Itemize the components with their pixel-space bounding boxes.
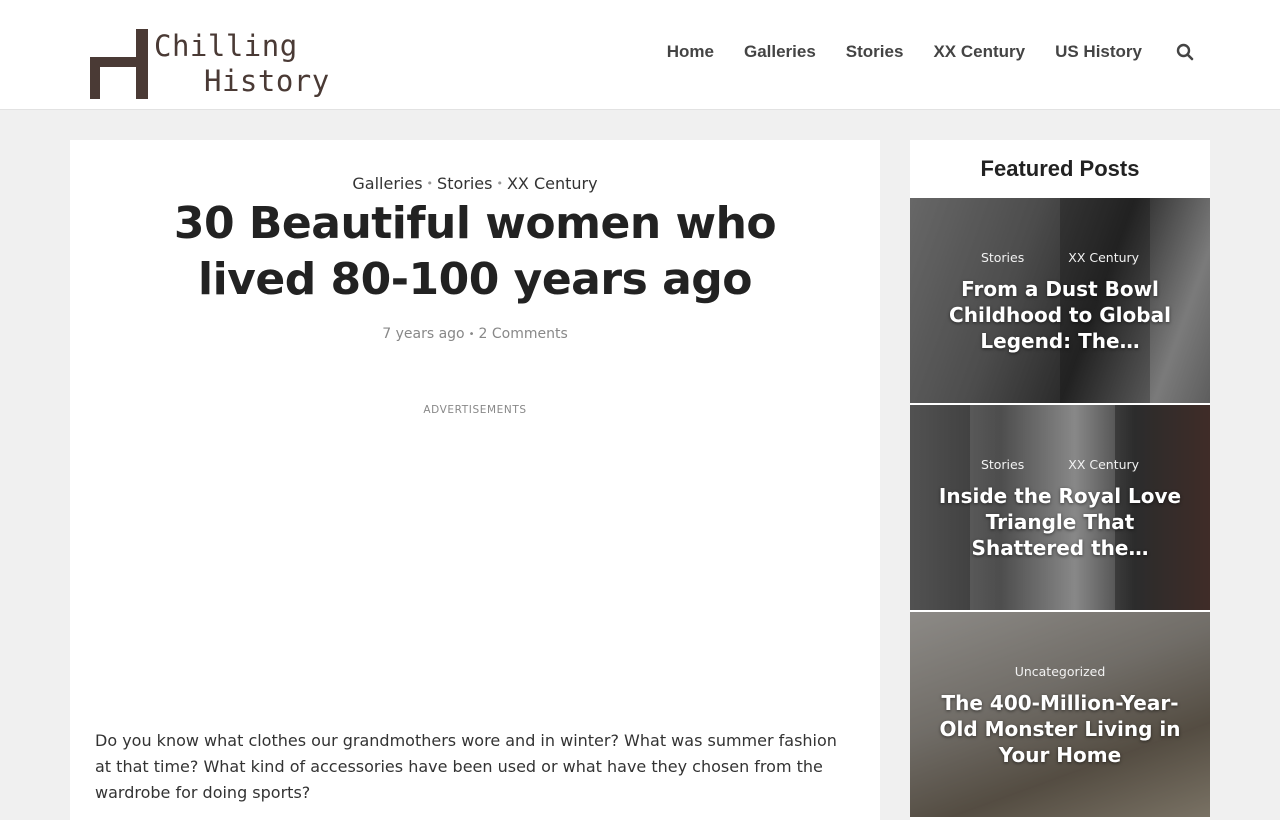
post-category[interactable]: Stories bbox=[981, 250, 1024, 265]
article-meta: 7 years ago • 2 Comments bbox=[382, 326, 568, 342]
featured-post-1[interactable]: Stories XX Century From a Dust Bowl Child… bbox=[910, 198, 1210, 403]
comments-link[interactable]: 2 Comments bbox=[479, 326, 568, 342]
post-title[interactable]: From a Dust Bowl Childhood to Global Leg… bbox=[930, 276, 1190, 354]
category-link-stories[interactable]: Stories bbox=[437, 174, 492, 193]
post-category[interactable]: Uncategorized bbox=[1015, 664, 1106, 679]
article-body: Do you know what clothes our grandmother… bbox=[95, 731, 837, 802]
article-title: 30 Beautiful women who lived 80-100 year… bbox=[173, 198, 777, 305]
main-nav: Home Galleries Stories XX Century US His… bbox=[637, 42, 1194, 62]
featured-post-2[interactable]: Stories XX Century Inside the Royal Love … bbox=[910, 405, 1210, 610]
category-link-xx-century[interactable]: XX Century bbox=[507, 174, 598, 193]
featured-posts-title: Featured Posts bbox=[980, 156, 1140, 181]
nav-us-history[interactable]: US History bbox=[1055, 42, 1142, 62]
post-category[interactable]: XX Century bbox=[1068, 250, 1139, 265]
article-card: Galleries • Stories • XX Century 30 Beautifu… bbox=[70, 140, 880, 820]
logo-text-line1: Chilling bbox=[154, 29, 298, 63]
article-time: 7 years ago bbox=[382, 326, 465, 342]
site-header: Chilling History Home Galleries Stories … bbox=[0, 0, 1280, 110]
search-icon[interactable] bbox=[1176, 43, 1194, 61]
post-category[interactable]: Stories bbox=[981, 457, 1024, 472]
site-logo[interactable]: Chilling History bbox=[88, 26, 338, 100]
logo-text-line2: History bbox=[204, 64, 330, 98]
category-link-galleries[interactable]: Galleries bbox=[352, 174, 422, 193]
post-title[interactable]: The 400-Million-Year-Old Monster Living … bbox=[930, 690, 1190, 768]
nav-stories[interactable]: Stories bbox=[846, 42, 904, 62]
nav-home[interactable]: Home bbox=[667, 42, 714, 62]
logo-mark-icon bbox=[88, 27, 150, 99]
article-categories: Galleries • Stories • XX Century bbox=[352, 174, 598, 193]
nav-xx-century[interactable]: XX Century bbox=[933, 42, 1025, 62]
featured-post-3[interactable]: Uncategorized The 400-Million-Year-Old M… bbox=[910, 612, 1210, 817]
post-category[interactable]: XX Century bbox=[1068, 457, 1139, 472]
featured-sidebar: Featured Posts Stories XX Century From a … bbox=[910, 140, 1210, 820]
ads-label: ADVERTISEMENTS bbox=[423, 404, 527, 416]
post-title[interactable]: Inside the Royal Love Triangle That Shat… bbox=[930, 483, 1190, 561]
nav-galleries[interactable]: Galleries bbox=[744, 42, 816, 62]
